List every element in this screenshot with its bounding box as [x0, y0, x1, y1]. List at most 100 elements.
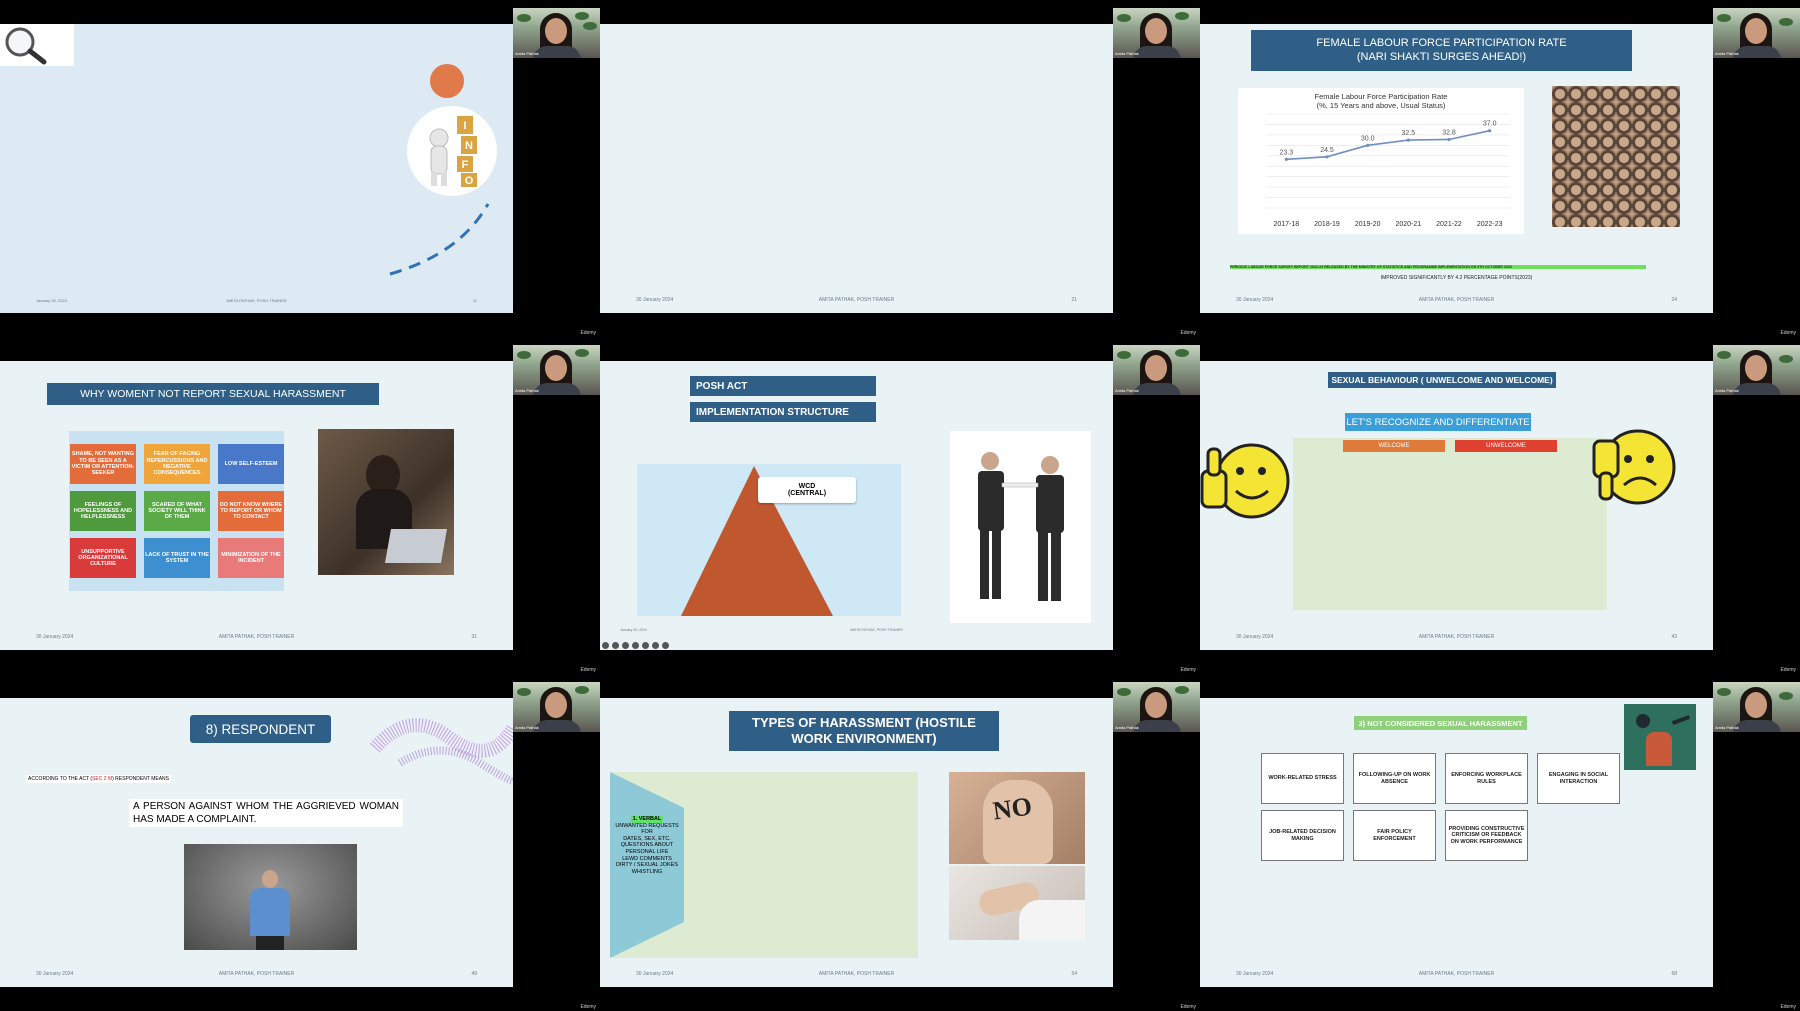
x-tick-label: 2019-20	[1355, 221, 1381, 228]
slide-number: 11	[472, 298, 477, 303]
brand-label: Edemy	[580, 330, 596, 336]
slide-subtitle: IMPLEMENTATION STRUCTURE	[690, 402, 876, 422]
x-tick-label: 2021-22	[1436, 221, 1462, 228]
slide-info: I N F O January 30, 2024 AMITA PATHAK, P…	[0, 24, 513, 313]
grid-cell-5: POSH ACT IMPLEMENTATION STRUCTURE WCD (C…	[600, 337, 1200, 674]
data-label: 30.0	[1361, 135, 1375, 142]
zoom-icon[interactable]	[622, 642, 629, 649]
slide-number: 43	[1671, 634, 1677, 640]
svg-text:O: O	[465, 175, 474, 187]
grid-cell-4: WHY WOMENT NOT REPORT SEXUAL HARASSMENT …	[0, 337, 600, 674]
brand-label: Edemy	[1780, 667, 1796, 673]
businessmen-image	[950, 431, 1091, 623]
svg-text:I: I	[463, 120, 466, 132]
respondent-definition: A PERSON AGAINST WHOM THE AGGRIEVED WOMA…	[129, 799, 403, 827]
data-label: 24.5	[1320, 147, 1334, 154]
footer-name: AMITA PATHAK, POSH TRAINER	[1418, 634, 1495, 640]
slide-number: 54	[1071, 971, 1077, 977]
slide-not-harassment: 3) NOT CONSIDERED SEXUAL HARASSMENT WORK…	[1200, 698, 1713, 987]
data-point	[1447, 137, 1451, 142]
act-reference-post: ) RESPONDENT MEANS	[112, 776, 169, 782]
welcome-column-header: WELCOME	[1343, 440, 1445, 452]
grid-cell-1: I N F O January 30, 2024 AMITA PATHAK, P…	[0, 0, 600, 337]
slide-title: 8) RESPONDENT	[190, 715, 331, 743]
x-tick-label: 2022-23	[1477, 221, 1503, 228]
slide-number: 49	[471, 971, 477, 977]
more-options-icon[interactable]	[652, 642, 659, 649]
next-slide-icon[interactable]	[662, 642, 669, 649]
pen-icon[interactable]	[612, 642, 619, 649]
slide-number: 68	[1671, 971, 1677, 977]
chart-subtitle: (%, 15 Years and above, Usual Status)	[1317, 101, 1446, 110]
slide-title: 3) NOT CONSIDERED SEXUAL HARASSMENT	[1354, 716, 1527, 730]
data-label: 23.3	[1280, 149, 1294, 156]
not-harassment-box: JOB-RELATED DECISION MAKING	[1261, 810, 1344, 861]
svg-text:N: N	[465, 140, 473, 152]
chart-panel: Female Labour Force Participation Rate (…	[1238, 88, 1524, 234]
thinking-man-image	[184, 844, 357, 950]
brand-label: Edemy	[1780, 330, 1796, 336]
grid-cell-6: SEXUAL BEHAVIOUR ( UNWELCOME AND WELCOME…	[1200, 337, 1800, 674]
footer-name: AMITA PATHAK, POSH TRAINER	[218, 634, 295, 640]
verbal-item: UNWANTED REQUESTS FOR	[615, 822, 679, 836]
presenter-tag: Amita Pathak	[1715, 388, 1739, 393]
no-hand-image: NO	[949, 772, 1085, 864]
slide-blank: 30 January 2024 AMITA PATHAK, POSH TRAIN…	[600, 24, 1113, 313]
slide-title: POSH ACT	[690, 376, 876, 396]
slide-why-not-report: WHY WOMENT NOT REPORT SEXUAL HARASSMENT …	[0, 361, 513, 650]
presenter-tag: Amita Pathak	[515, 51, 539, 56]
slide-respondent: 8) RESPONDENT ACCORDING TO THE ACT (SEC …	[0, 698, 513, 987]
camera-icon[interactable]	[642, 642, 649, 649]
verbal-heading: 1. VERBAL	[630, 816, 664, 823]
slides-grid-icon[interactable]	[632, 642, 639, 649]
verbal-item: QUESTIONS ABOUT PERSONAL LIFE	[620, 842, 674, 855]
sort-area: WELCOME UNWELCOME	[1293, 438, 1607, 610]
slide-sexual-behaviour: SEXUAL BEHAVIOUR ( UNWELCOME AND WELCOME…	[1200, 361, 1713, 650]
slide-posh-structure: POSH ACT IMPLEMENTATION STRUCTURE WCD (C…	[600, 361, 1113, 650]
presentation-toolbar	[602, 642, 669, 649]
act-reference-section: SEC 2 M	[92, 776, 113, 782]
info-figure-icon: I N F O	[407, 106, 497, 196]
shoulder-touch-image	[949, 866, 1085, 940]
data-point	[1284, 157, 1288, 161]
presenter-webcam: Amita Pathak	[1713, 345, 1800, 395]
decorative-wave	[370, 718, 513, 785]
verbal-item: LEWD COMMENTS	[622, 855, 672, 862]
slide-title: WHY WOMENT NOT REPORT SEXUAL HARASSMENT	[47, 383, 379, 405]
not-harassment-box: ENFORCING WORKPLACE RULES	[1445, 753, 1528, 804]
grid-cell-7: 8) RESPONDENT ACCORDING TO THE ACT (SEC …	[0, 674, 600, 1011]
unwelcome-column-header: UNWELCOME	[1455, 440, 1557, 452]
arguing-people-image	[1624, 704, 1696, 770]
recognize-banner: LET'S RECOGNIZE AND DIFFERENTIATE	[1345, 413, 1531, 431]
not-harassment-box: PROVIDING CONSTRUCTIVE CRITICISM OR FEED…	[1445, 810, 1528, 861]
brand-label: Edemy	[1180, 330, 1196, 336]
reason-box: SHAME, NOT WANTING TO BE SEEN AS A VICTI…	[70, 444, 136, 484]
slide-number: 21	[1071, 297, 1077, 303]
svg-text:F: F	[462, 159, 469, 171]
presenter-webcam: Amita Pathak	[1113, 8, 1200, 58]
brand-label: Edemy	[1180, 667, 1196, 673]
footer-name: AMITA PATHAK, POSH TRAINER	[226, 298, 287, 303]
not-harassment-box: FOLLOWING-UP ON WORK ABSENCE	[1353, 753, 1436, 804]
thumbs-down-sad-icon	[1590, 423, 1690, 519]
distressed-woman-image	[318, 429, 454, 575]
presenter-webcam: Amita Pathak	[513, 8, 600, 58]
presenter-webcam: Amita Pathak	[1113, 682, 1200, 732]
wcd-label: WCD (CENTRAL)	[758, 477, 856, 503]
not-harassment-box: WORK-RELATED STRESS	[1261, 753, 1344, 804]
footer-name: AMITA PATHAK, POSH TRAINER	[818, 297, 895, 303]
reason-box: MINIMIZATION OF THE INCIDENT	[218, 538, 284, 578]
act-reference: ACCORDING TO THE ACT (SEC 2 M) RESPONDEN…	[26, 775, 171, 783]
magnifier-icon	[0, 24, 74, 66]
presenter-tag: Amita Pathak	[1715, 725, 1739, 730]
brand-label: Edemy	[1180, 1004, 1196, 1010]
reason-box: SCARED OF WHAT SOCIETY WILL THINK OF THE…	[144, 491, 210, 531]
presenter-tag: Amita Pathak	[1115, 725, 1139, 730]
verbal-item: DATES, SEX, ETC.	[623, 835, 671, 842]
data-label: 37.0	[1483, 121, 1497, 128]
prev-slide-icon[interactable]	[602, 642, 609, 649]
verbal-items: UNWANTED REQUESTS FOR DATES, SEX, ETC. QUE…	[612, 823, 682, 876]
structure-panel: WCD (CENTRAL)	[637, 464, 901, 616]
footer-name: AMITA PATHAK, POSH TRAINER	[850, 628, 903, 632]
verbal-list: 1. VERBAL UNWANTED REQUESTS FOR DATES, SE…	[612, 816, 682, 875]
